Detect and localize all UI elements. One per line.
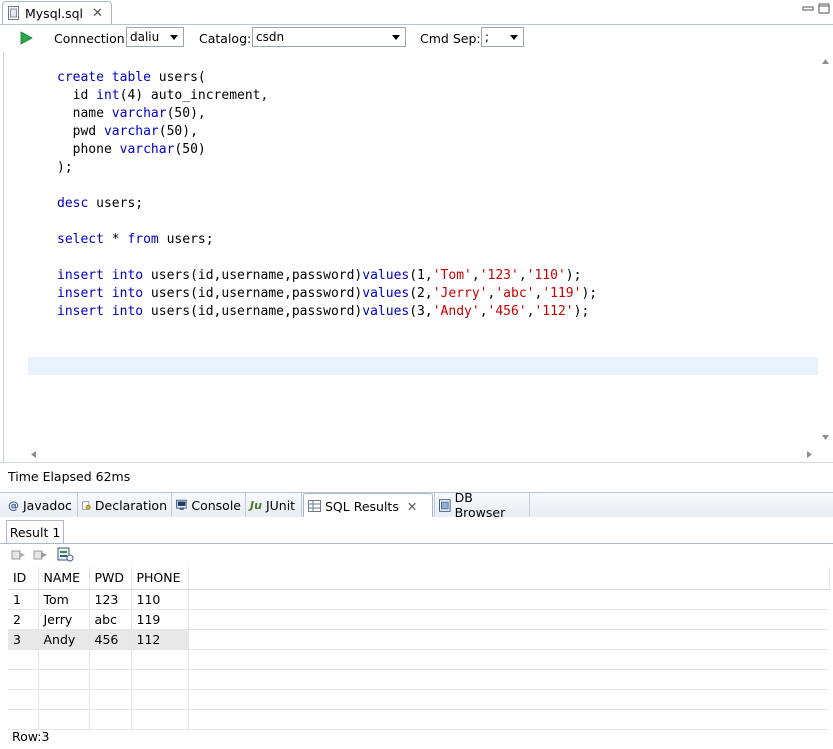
connection-label: Connection: xyxy=(54,31,129,46)
data-browser-icon[interactable] xyxy=(57,546,74,563)
horizontal-scrollbar[interactable] xyxy=(28,447,818,462)
tab-console[interactable]: Console xyxy=(172,493,246,517)
empty-cell xyxy=(188,609,829,630)
tab-label: DB Browser xyxy=(454,490,506,520)
minimize-icon[interactable] xyxy=(800,2,816,16)
cmdsep-value: ; xyxy=(485,30,490,44)
cell-phone[interactable]: 119 xyxy=(131,609,189,630)
column-header-pwd[interactable]: PWD xyxy=(89,567,132,590)
empty-row xyxy=(8,709,829,730)
empty-row xyxy=(8,669,829,690)
time-elapsed: Time Elapsed 62ms xyxy=(8,469,131,484)
table-row[interactable]: 2 Jerry abc 119 xyxy=(8,609,829,630)
export-icon[interactable] xyxy=(11,548,27,562)
editor-tab-bar: Mysql.sql ✕ xyxy=(0,0,833,25)
tab-sql-results[interactable]: SQL Results ✕ xyxy=(303,493,433,518)
tab-label: SQL Results xyxy=(325,498,399,514)
cmdsep-select[interactable]: ; xyxy=(481,27,524,47)
column-header-phone[interactable]: PHONE xyxy=(131,567,189,590)
divider xyxy=(0,543,833,544)
result-tab[interactable]: Result 1 xyxy=(6,520,64,543)
tab-db-browser[interactable]: DB Browser xyxy=(434,490,530,520)
empty-cell xyxy=(188,629,829,650)
chevron-down-icon xyxy=(392,35,400,40)
cell-phone[interactable]: 110 xyxy=(131,589,189,610)
catalog-label: Catalog: xyxy=(199,31,252,46)
tab-label: Javadoc xyxy=(23,497,72,513)
close-icon[interactable]: ✕ xyxy=(92,7,103,20)
catalog-select[interactable]: csdn xyxy=(252,27,406,47)
result-tab-label: Result 1 xyxy=(9,524,61,540)
connection-select[interactable]: daliu xyxy=(126,27,184,47)
column-header-name[interactable]: NAME xyxy=(38,567,90,590)
console-icon xyxy=(176,499,188,510)
empty-cell xyxy=(188,589,829,610)
row-count: Row:3 xyxy=(12,729,50,744)
tab-label: Console xyxy=(191,497,241,513)
javadoc-icon: @ xyxy=(8,498,19,512)
cell-pwd[interactable]: 123 xyxy=(89,589,132,610)
sql-file-icon xyxy=(8,6,19,20)
vertical-scrollbar[interactable] xyxy=(818,52,833,447)
header-row: ID NAME PWD PHONE xyxy=(8,567,830,590)
cell-pwd[interactable]: 456 xyxy=(89,629,132,650)
editor-tab-mysql[interactable]: Mysql.sql ✕ xyxy=(2,1,112,24)
empty-row xyxy=(8,689,829,710)
status-bar: Time Elapsed 62ms xyxy=(0,462,833,488)
run-icon[interactable] xyxy=(20,31,33,45)
cell-name[interactable]: Andy xyxy=(38,629,90,650)
empty-header-cell xyxy=(188,567,830,590)
cell-id[interactable]: 1 xyxy=(8,589,39,610)
cmdsep-label: Cmd Sep: xyxy=(420,31,481,46)
views-tab-bar: @ Javadoc Declaration Console Ju JUnit S… xyxy=(0,490,833,520)
cell-pwd[interactable]: abc xyxy=(89,609,132,630)
tab-label: JUnit xyxy=(265,497,296,513)
tab-label: Declaration xyxy=(94,497,167,513)
sql-code[interactable]: create table users( id int(4) auto_incre… xyxy=(57,69,597,321)
editor-tab-label: Mysql.sql xyxy=(25,5,83,21)
cell-name[interactable]: Jerry xyxy=(38,609,90,630)
table-row[interactable]: 1 Tom 123 110 xyxy=(8,589,829,610)
tab-javadoc[interactable]: @ Javadoc xyxy=(4,493,78,517)
cell-id[interactable]: 2 xyxy=(8,609,39,630)
table-row-selected[interactable]: 3 Andy 456 112 xyxy=(8,629,829,650)
maximize-icon[interactable] xyxy=(816,2,832,16)
column-header-id[interactable]: ID xyxy=(8,567,39,590)
db-browser-icon xyxy=(439,498,451,512)
import-icon[interactable] xyxy=(33,548,49,562)
junit-icon: Ju xyxy=(250,498,262,512)
close-icon[interactable]: ✕ xyxy=(407,499,417,514)
chevron-down-icon xyxy=(170,35,178,40)
tab-declaration[interactable]: Declaration xyxy=(78,493,172,517)
cell-name[interactable]: Tom xyxy=(38,589,90,610)
sql-results-icon xyxy=(308,500,321,512)
catalog-value: csdn xyxy=(256,30,285,44)
tab-junit[interactable]: Ju JUnit xyxy=(246,493,302,517)
empty-row xyxy=(8,649,829,670)
cell-phone[interactable]: 112 xyxy=(131,629,189,650)
sql-toolbar: Connection: daliu Catalog: csdn Cmd Sep:… xyxy=(0,25,833,52)
declaration-icon xyxy=(82,500,91,510)
results-grid: ID NAME PWD PHONE 1 Tom 123 110 2 Jerry … xyxy=(8,567,830,730)
chevron-down-icon xyxy=(510,35,518,40)
connection-value: daliu xyxy=(130,30,160,44)
cell-id[interactable]: 3 xyxy=(8,629,39,650)
current-line-highlight xyxy=(28,357,818,375)
